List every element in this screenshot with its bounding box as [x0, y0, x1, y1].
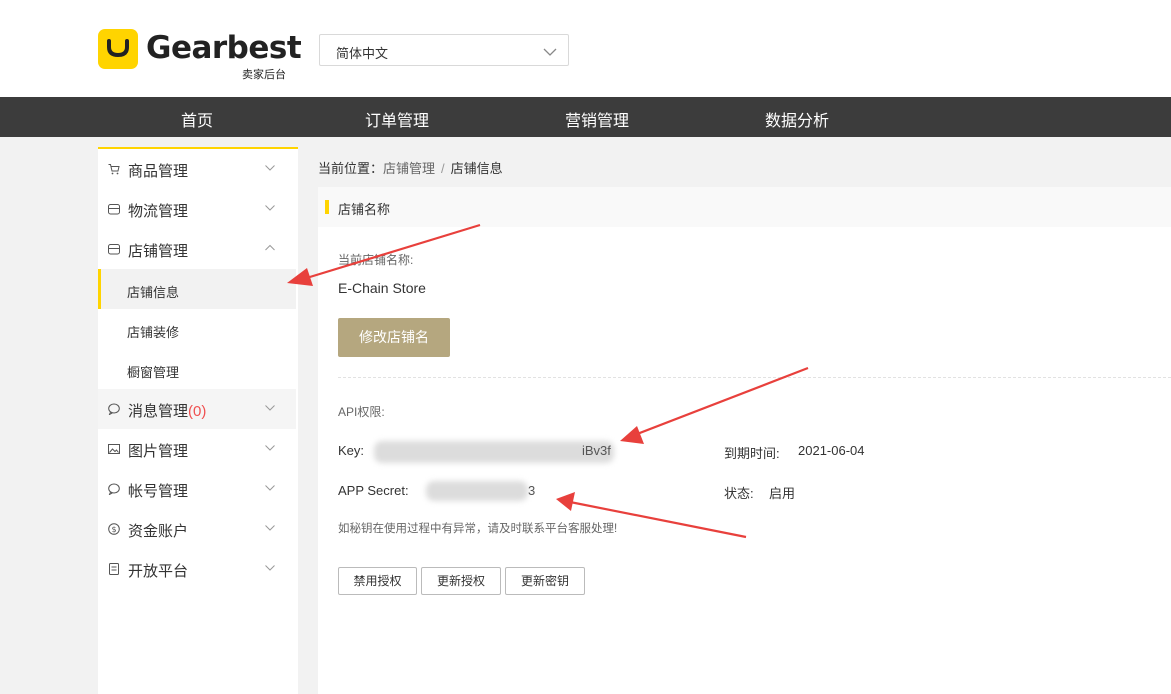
- chevron-down-icon: [265, 405, 275, 411]
- header: Gearbest 卖家后台 简体中文: [0, 0, 1171, 97]
- status-value: 启用: [769, 486, 796, 501]
- key-redacted-blur: [374, 441, 614, 463]
- store-icon: [108, 244, 120, 255]
- chat-icon: [108, 483, 120, 495]
- sidebar-item-label: 帐号管理: [128, 483, 189, 500]
- sidebar-item-open-platform[interactable]: 开放平台: [98, 549, 296, 589]
- cart-icon: [108, 164, 120, 175]
- nav-orders[interactable]: 订单管理: [337, 107, 457, 131]
- section-accent-bar: [325, 200, 329, 214]
- secret-visible-suffix: 3: [528, 483, 536, 498]
- expiry-value: 2021-06-04: [798, 443, 865, 458]
- api-key-notice: 如秘钥在使用过程中有异常，请及时联系平台客服处理!: [338, 523, 618, 535]
- sidebar-item-label: 开放平台: [128, 563, 189, 580]
- sidebar-item-label: 商品管理: [128, 163, 189, 180]
- key-label: Key:: [338, 443, 365, 458]
- brand-name[interactable]: Gearbest: [146, 30, 302, 66]
- divider: [338, 377, 1171, 378]
- chevron-up-icon: [265, 244, 275, 251]
- sidebar-item-messages[interactable]: 消息管理(0): [98, 389, 296, 429]
- nav-analytics[interactable]: 数据分析: [737, 107, 857, 131]
- store-name-value: E-Chain Store: [338, 280, 426, 296]
- edit-store-name-button[interactable]: 修改店铺名: [338, 318, 450, 357]
- breadcrumb-separator: /: [441, 161, 445, 176]
- secret-redacted-blur: [426, 481, 528, 501]
- sidebar-item-store[interactable]: 店铺管理: [98, 229, 296, 269]
- section-header: 店铺名称: [318, 187, 1171, 227]
- expiry-label: 到期时间:: [724, 446, 780, 461]
- gearbest-logo-icon[interactable]: [98, 29, 138, 69]
- box-icon: [108, 204, 120, 215]
- brand-subtitle: 卖家后台: [242, 69, 286, 81]
- svg-text:$: $: [111, 525, 116, 534]
- sidebar-item-label: 消息管理(0): [128, 400, 206, 421]
- language-select[interactable]: 简体中文: [319, 34, 569, 66]
- sidebar-subitem-label: 店铺装修: [127, 325, 180, 340]
- top-navigation: 首页 订单管理 营销管理 数据分析: [0, 97, 1171, 137]
- sidebar-item-label: 图片管理: [128, 443, 189, 460]
- nav-marketing[interactable]: 营销管理: [537, 107, 657, 131]
- chevron-down-icon: [265, 485, 275, 491]
- sidebar-subitem-store-decoration[interactable]: 店铺装修: [98, 309, 296, 349]
- chevron-down-icon: [543, 44, 557, 62]
- sidebar-subitem-showcase[interactable]: 橱窗管理: [98, 349, 296, 389]
- sidebar-item-label: 物流管理: [128, 203, 189, 220]
- section-title: 店铺名称: [338, 202, 391, 217]
- dollar-icon: $: [108, 523, 120, 535]
- app-secret-label: APP Secret:: [338, 483, 409, 498]
- disable-authorization-button[interactable]: 禁用授权: [338, 567, 417, 595]
- sidebar-subitem-label: 橱窗管理: [127, 365, 180, 380]
- sidebar-item-products[interactable]: 商品管理: [98, 149, 296, 189]
- main-content: 店铺名称 当前店铺名称: E-Chain Store 修改店铺名 API权限: …: [318, 187, 1171, 694]
- update-secret-button[interactable]: 更新密钥: [505, 567, 585, 595]
- breadcrumb-link-store[interactable]: 店铺管理: [383, 161, 435, 176]
- update-authorization-button[interactable]: 更新授权: [421, 567, 501, 595]
- language-select-value: 简体中文: [336, 46, 389, 61]
- sidebar-item-funds[interactable]: $ 资金账户: [98, 509, 296, 549]
- sidebar: 商品管理 物流管理 店铺管理 店铺信息 店铺装修 橱窗管理 消息管理(0) 图片…: [98, 147, 298, 694]
- api-permission-label: API权限:: [338, 405, 385, 419]
- nav-home[interactable]: 首页: [137, 107, 257, 131]
- breadcrumb-current: 店铺信息: [450, 161, 503, 176]
- breadcrumb-prefix: 当前位置：: [318, 161, 384, 176]
- breadcrumb: 当前位置：店铺管理 / 店铺信息: [318, 158, 503, 177]
- chevron-down-icon: [265, 165, 275, 171]
- sidebar-item-label: 资金账户: [128, 523, 189, 540]
- chat-icon: [108, 403, 120, 415]
- chevron-down-icon: [265, 565, 275, 571]
- chevron-down-icon: [265, 445, 275, 451]
- sidebar-item-images[interactable]: 图片管理: [98, 429, 296, 469]
- image-icon: [108, 444, 120, 454]
- key-visible-suffix: iBv3f: [582, 443, 611, 458]
- status-label: 状态:: [724, 486, 754, 501]
- sidebar-item-label: 店铺管理: [128, 243, 189, 260]
- sidebar-item-label-text: 消息管理: [128, 403, 189, 420]
- current-store-name-label: 当前店铺名称:: [338, 253, 414, 267]
- sidebar-subitem-label: 店铺信息: [127, 285, 180, 300]
- message-count-badge: (0): [188, 403, 207, 420]
- document-icon: [109, 563, 119, 575]
- sidebar-item-logistics[interactable]: 物流管理: [98, 189, 296, 229]
- chevron-down-icon: [265, 205, 275, 211]
- sidebar-subitem-store-info[interactable]: 店铺信息: [98, 269, 296, 309]
- chevron-down-icon: [265, 525, 275, 531]
- sidebar-item-account[interactable]: 帐号管理: [98, 469, 296, 509]
